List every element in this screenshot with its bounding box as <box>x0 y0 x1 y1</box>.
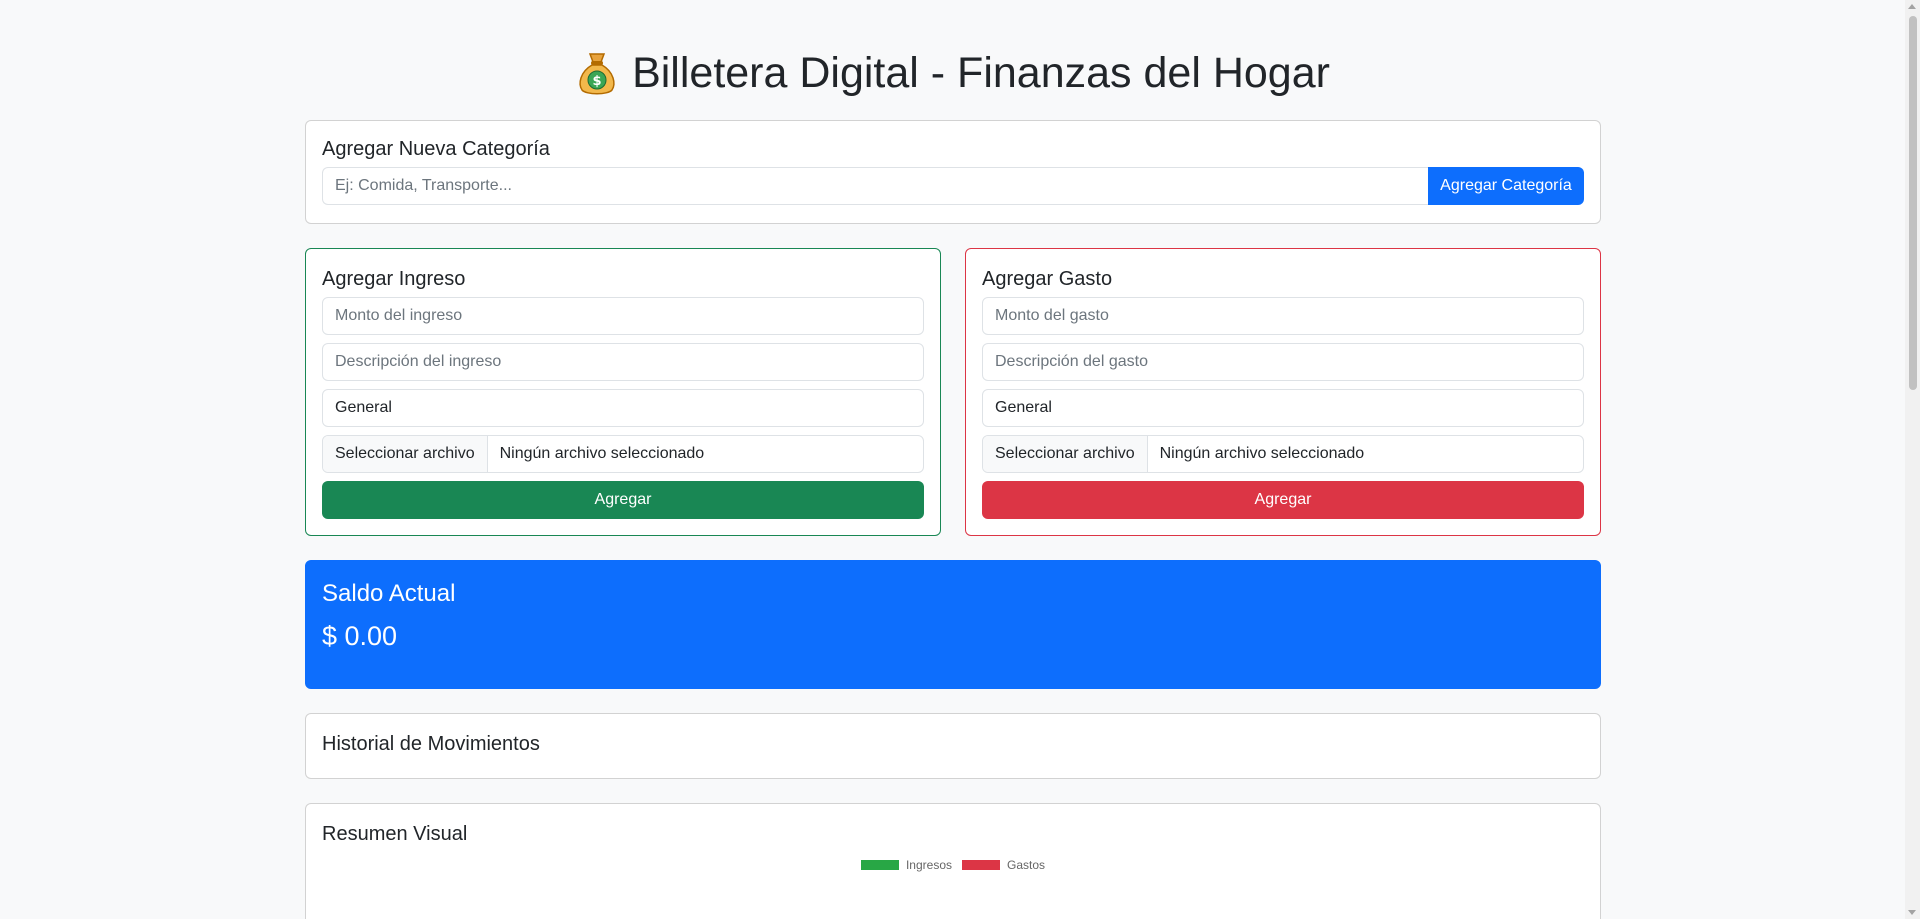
legend-swatch-ingresos <box>860 860 899 870</box>
legend-item-ingresos[interactable]: Ingresos <box>860 858 952 872</box>
add-income-card: Agregar Ingreso General Seleccionar arch… <box>305 248 941 536</box>
money-bag-icon: $ <box>579 53 615 95</box>
expense-category-select[interactable]: General <box>982 389 1584 427</box>
expense-file-input[interactable]: Seleccionar archivo Ningún archivo selec… <box>982 435 1584 473</box>
add-expense-title: Agregar Gasto <box>982 268 1113 290</box>
income-amount-input[interactable] <box>322 297 924 335</box>
income-file-status: Ningún archivo seleccionado <box>499 445 705 462</box>
income-file-button[interactable]: Seleccionar archivo <box>323 436 488 472</box>
history-card: Historial de Movimientos <box>305 713 1601 779</box>
income-category-selected: General <box>335 399 392 416</box>
chart-legend: Ingresos Gastos <box>322 858 1584 872</box>
add-category-card: Agregar Nueva Categoría Agregar Categorí… <box>305 120 1601 224</box>
page-title-text: Billetera Digital - Finanzas del Hogar <box>632 49 1330 97</box>
balance-amount: $ 0.00 <box>322 621 398 651</box>
page-scrollbar[interactable] <box>1905 0 1920 919</box>
add-expense-button[interactable]: Agregar <box>982 481 1584 519</box>
scrollbar-thumb[interactable] <box>1909 16 1917 390</box>
history-title: Historial de Movimientos <box>322 733 540 755</box>
summary-title: Resumen Visual <box>322 823 468 845</box>
scroll-down-arrow-icon[interactable] <box>1908 910 1916 915</box>
add-expense-card: Agregar Gasto General Seleccionar archiv… <box>965 248 1601 536</box>
expense-description-input[interactable] <box>982 343 1584 381</box>
legend-label-gastos: Gastos <box>1007 858 1046 872</box>
scroll-up-arrow-icon[interactable] <box>1908 4 1916 9</box>
add-income-title: Agregar Ingreso <box>322 268 466 290</box>
expense-file-status: Ningún archivo seleccionado <box>1159 445 1365 462</box>
income-category-select[interactable]: General <box>322 389 924 427</box>
page-container: $ Billetera Digital - Finanzas del Hogar… <box>305 0 1601 919</box>
add-category-title: Agregar Nueva Categoría <box>322 138 550 160</box>
add-category-input-group: Agregar Categoría <box>322 167 1584 205</box>
income-file-input[interactable]: Seleccionar archivo Ningún archivo selec… <box>322 435 924 473</box>
summary-card: Resumen Visual Ingresos Gastos <box>305 803 1601 919</box>
category-name-input[interactable] <box>322 167 1428 205</box>
legend-label-ingresos: Ingresos <box>905 858 952 872</box>
legend-swatch-gastos <box>962 860 1000 870</box>
add-income-button[interactable]: Agregar <box>322 481 924 519</box>
balance-title: Saldo Actual <box>322 580 456 607</box>
balance-card: Saldo Actual $ 0.00 <box>305 560 1601 689</box>
expense-file-button[interactable]: Seleccionar archivo <box>983 436 1148 472</box>
income-description-input[interactable] <box>322 343 924 381</box>
page-title: $ Billetera Digital - Finanzas del Hogar <box>305 47 1601 99</box>
legend-item-gastos[interactable]: Gastos <box>962 858 1045 872</box>
expense-category-selected: General <box>995 399 1052 416</box>
expense-amount-input[interactable] <box>982 297 1584 335</box>
add-category-button[interactable]: Agregar Categoría <box>1428 167 1584 205</box>
svg-text:$: $ <box>593 74 602 89</box>
